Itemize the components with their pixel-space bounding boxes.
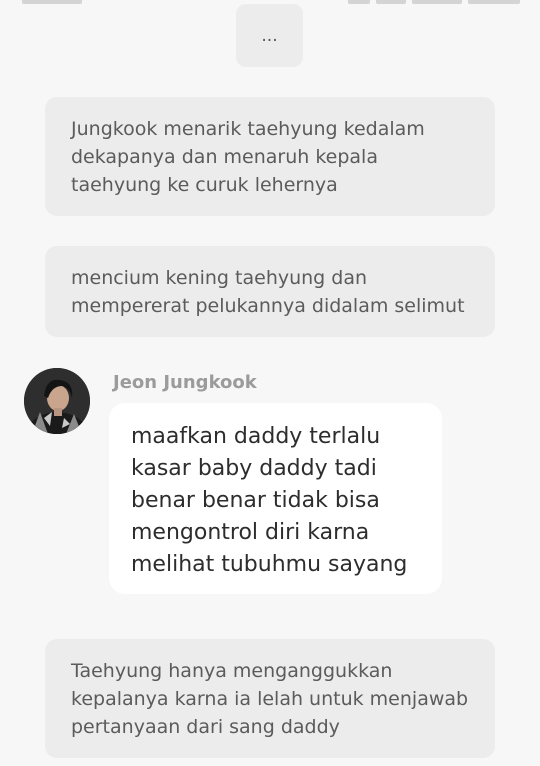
profile-photo-icon xyxy=(24,368,90,434)
narration-bubble-1: Jungkook menarik taehyung kedalam dekapa… xyxy=(45,97,495,216)
sender-name: Jeon Jungkook xyxy=(113,372,257,393)
network-icon-fragment xyxy=(412,0,462,4)
signal-icon-fragment xyxy=(376,0,406,4)
status-icon-fragment xyxy=(348,0,370,4)
chat-message-bubble[interactable]: maafkan daddy terlalu kasar baby daddy t… xyxy=(109,403,442,594)
ellipsis-narration-bubble: ... xyxy=(236,4,303,67)
battery-icon-fragment xyxy=(468,0,520,4)
avatar[interactable] xyxy=(24,368,90,434)
chat-screen: ... Jungkook menarik taehyung kedalam de… xyxy=(0,0,540,766)
status-time-fragment xyxy=(22,0,82,4)
narration-bubble-2: mencium kening taehyung dan mempererat p… xyxy=(45,246,495,337)
narration-bubble-3: Taehyung hanya menganggukkan kepalanya k… xyxy=(45,639,495,758)
